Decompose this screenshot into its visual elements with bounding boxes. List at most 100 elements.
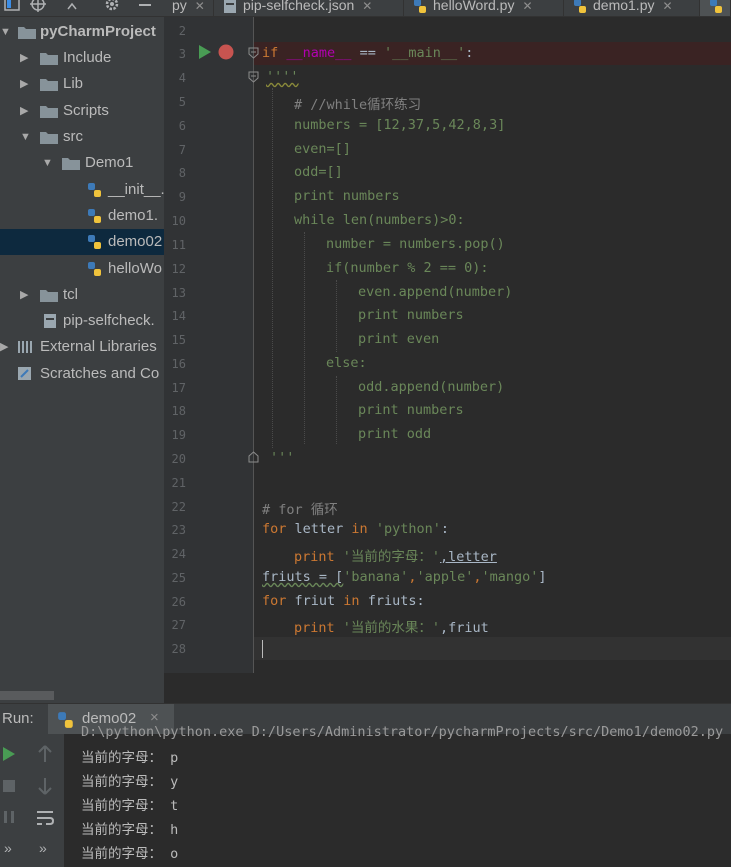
tree-item-pip-selfcheck[interactable]: pip-selfcheck.: [0, 308, 164, 334]
tree-item-init[interactable]: __init__.: [0, 177, 164, 203]
code-line-25: friuts = ['banana','apple','mango']: [262, 569, 547, 585]
chevron-right-icon[interactable]: ▶: [20, 282, 28, 308]
tab-pip-selfcheck[interactable]: pip-selfcheck.json ✕: [214, 0, 404, 16]
tree-item-pycharmproject[interactable]: ▼ pyCharmProject: [0, 19, 164, 45]
code-line-6: numbers = [12,37,5,42,8,3]: [294, 117, 506, 133]
chevron-right-icon[interactable]: ▶: [0, 334, 8, 360]
close-tab-icon[interactable]: ✕: [195, 0, 205, 13]
line-number: 21: [171, 476, 186, 490]
line-number: 28: [171, 642, 186, 656]
stop-icon[interactable]: [2, 779, 16, 793]
folder-icon: [62, 158, 80, 170]
fold-marker-icon[interactable]: [248, 47, 259, 59]
code-token: ]: [538, 569, 547, 585]
tree-item-label: External Libraries: [40, 338, 157, 355]
code-token: for: [262, 521, 287, 537]
run-label: Run:: [2, 710, 34, 727]
tree-item-label: pip-selfcheck.: [63, 312, 155, 329]
down-arrow-icon[interactable]: [37, 777, 53, 795]
up-arrow-icon[interactable]: [37, 745, 53, 763]
code-line-20: ''': [270, 450, 295, 466]
code-line-11: number = numbers.pop(): [326, 236, 505, 252]
line-number: 12: [171, 262, 186, 276]
tree-item-label: helloWo: [108, 260, 162, 277]
tree-item-label: Demo1: [85, 154, 134, 171]
code-token: print: [294, 549, 335, 565]
soft-wrap-icon[interactable]: [36, 810, 54, 826]
close-tab-icon[interactable]: ✕: [662, 0, 672, 13]
tree-item-external-libraries[interactable]: ▶ External Libraries: [0, 334, 164, 360]
tree-item-lib[interactable]: ▶ Lib: [0, 71, 164, 97]
tree-item-label: Lib: [63, 75, 84, 92]
tree-item-scratches[interactable]: Scratches and Co: [0, 361, 164, 387]
tree-item-helloword-file[interactable]: helloWo: [0, 256, 164, 282]
project-window-icon[interactable]: [4, 0, 20, 12]
code-token: friuts = [: [262, 569, 344, 585]
chevron-right-icon[interactable]: ▶: [20, 71, 28, 97]
rerun-icon[interactable]: [2, 746, 16, 762]
tab-demo1[interactable]: demo1.py ✕: [564, 0, 700, 16]
breakpoint-icon[interactable]: [218, 44, 234, 60]
code-line-19: print odd: [358, 426, 432, 442]
text-caret: [262, 640, 263, 658]
code-token: if: [262, 45, 279, 61]
tree-item-demo02-file[interactable]: demo02: [0, 229, 164, 255]
tree-item-scripts[interactable]: ▶ Scripts: [0, 98, 164, 124]
code-line-23: for letter in 'python':: [262, 521, 449, 537]
collapse-all-icon[interactable]: [64, 0, 80, 12]
tree-item-include[interactable]: ▶ Include: [0, 45, 164, 71]
tree-item-demo1-file[interactable]: demo1.: [0, 203, 164, 229]
code-line-18: print numbers: [358, 402, 464, 418]
code-line-8: odd=[]: [294, 164, 343, 180]
line-number: 14: [171, 309, 186, 323]
crosshair-locate-icon[interactable]: [30, 0, 46, 12]
pause-icon[interactable]: [2, 810, 16, 824]
python-file-icon: [88, 183, 101, 197]
code-token: :: [440, 521, 449, 537]
hide-panel-icon[interactable]: [137, 0, 153, 12]
code-line-10: while len(numbers)>0:: [294, 212, 465, 228]
settings-gear-icon[interactable]: [104, 0, 120, 12]
code-token: ,: [473, 569, 482, 585]
folder-icon: [40, 106, 58, 118]
tree-item-label: __init__.: [108, 181, 164, 198]
close-tab-icon[interactable]: ✕: [362, 0, 372, 13]
chevron-right-icon[interactable]: ▶: [20, 98, 28, 124]
console-output-line: 当前的字母： t: [81, 798, 179, 814]
console-output-line: 当前的字母： p: [81, 750, 179, 766]
close-tab-icon[interactable]: ✕: [522, 0, 532, 13]
more-actions-icon[interactable]: »: [4, 840, 12, 856]
code-token: print: [294, 620, 335, 636]
tab-helloword[interactable]: helloWord.py ✕: [404, 0, 564, 16]
code-line-14: print numbers: [358, 307, 464, 323]
run-arrow-icon[interactable]: [198, 44, 212, 60]
code-token: in: [343, 593, 360, 609]
folder-icon: [40, 132, 58, 144]
code-token: '当前的字母：': [334, 549, 441, 565]
horizontal-scrollbar[interactable]: [0, 691, 54, 700]
tree-item-demo1-folder[interactable]: ▼ Demo1: [0, 150, 164, 176]
line-number: 17: [171, 381, 186, 395]
code-token: ==: [351, 45, 384, 61]
tree-item-tcl[interactable]: ▶ tcl: [0, 282, 164, 308]
chevron-down-icon[interactable]: ▼: [42, 150, 53, 176]
tab-demo02-active[interactable]: [700, 0, 731, 16]
line-number: 9: [178, 190, 186, 204]
code-line-5: # //while循环练习: [294, 97, 422, 113]
fold-marker-icon[interactable]: [248, 71, 259, 83]
code-token: friuts:: [359, 593, 425, 609]
tab-py[interactable]: py ✕: [164, 0, 214, 16]
tree-item-src[interactable]: ▼ src: [0, 124, 164, 150]
fold-marker-icon[interactable]: [248, 451, 259, 463]
indent-guide: [336, 376, 337, 444]
more-actions-icon[interactable]: »: [39, 840, 47, 856]
code-line-15: print even: [358, 331, 440, 347]
line-number: 24: [171, 547, 186, 561]
chevron-right-icon[interactable]: ▶: [20, 45, 28, 71]
chevron-down-icon[interactable]: ▼: [20, 124, 31, 150]
line-number: 10: [171, 214, 186, 228]
project-tool-window: ▼ pyCharmProject ▶ Include ▶ Lib ▶ Scrip…: [0, 17, 164, 703]
chevron-down-icon[interactable]: ▼: [0, 19, 11, 45]
python-file-icon: [88, 262, 101, 276]
line-number: 26: [171, 595, 186, 609]
